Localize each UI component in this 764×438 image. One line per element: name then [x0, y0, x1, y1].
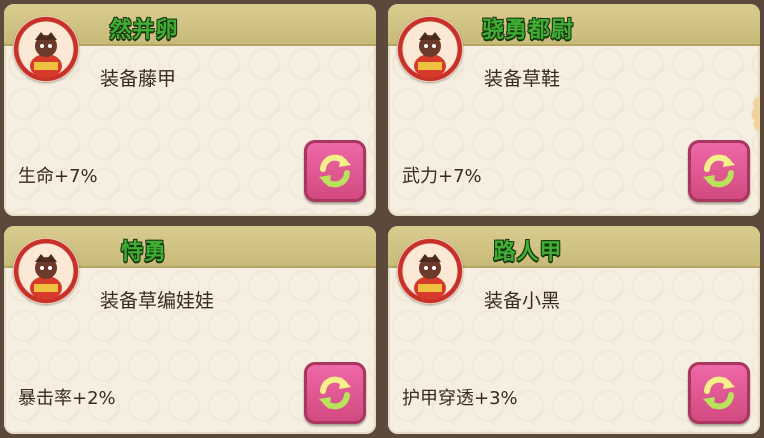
equipment-text: 装备草编娃娃: [100, 290, 215, 312]
refresh-button[interactable]: [304, 140, 366, 202]
card-ranbingluan: 然并卵 装备藤甲 生命+7%: [4, 4, 376, 216]
refresh-arrows-icon: [319, 376, 351, 410]
general-portrait-icon: [13, 238, 79, 304]
equipment-text: 装备草鞋: [484, 68, 561, 90]
stat-bonus: 武力+7%: [402, 166, 482, 187]
general-portrait-icon: [13, 16, 79, 82]
card-shiyong: 恃勇 装备草编娃娃 暴击率+2%: [4, 226, 376, 434]
decoration-ornament: [748, 96, 760, 132]
general-portrait-icon: [397, 16, 463, 82]
refresh-arrows-icon: [703, 154, 735, 188]
refresh-button[interactable]: [688, 362, 750, 424]
refresh-arrows-icon: [319, 154, 351, 188]
equipment-text: 装备小黑: [484, 290, 561, 312]
refresh-arrows-icon: [703, 376, 735, 410]
general-portrait-icon: [397, 238, 463, 304]
refresh-button[interactable]: [688, 140, 750, 202]
stat-bonus: 生命+7%: [18, 166, 98, 187]
stat-bonus: 护甲穿透+3%: [402, 388, 518, 409]
refresh-button[interactable]: [304, 362, 366, 424]
equipment-text: 装备藤甲: [100, 68, 177, 90]
card-lurenjia: 路人甲 装备小黑 护甲穿透+3%: [388, 226, 760, 434]
stat-bonus: 暴击率+2%: [18, 388, 116, 409]
card-xiaoyong-duwei: 骁勇都尉 装备草鞋 武力+7%: [388, 4, 760, 216]
